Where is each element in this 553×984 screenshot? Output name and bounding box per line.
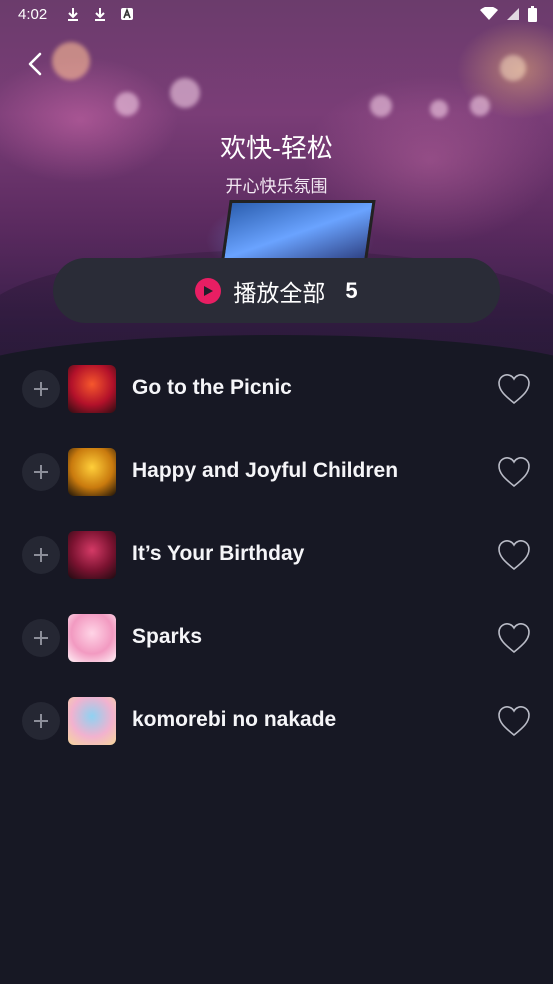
add-to-queue-button[interactable]	[22, 453, 60, 491]
song-row[interactable]: komorebi no nakade	[0, 680, 553, 763]
status-bar: 4:02	[0, 0, 553, 30]
plus-icon	[34, 465, 48, 479]
play-all-label: 播放全部	[233, 279, 326, 306]
play-icon	[195, 277, 222, 304]
song-title[interactable]: It’s Your Birthday	[132, 542, 304, 566]
playlist-title: 欢快-轻松	[220, 133, 333, 163]
plus-icon	[34, 382, 48, 396]
album-cover	[68, 697, 116, 745]
play-all-button[interactable]: 播放全部 5	[53, 258, 500, 323]
album-cover	[68, 614, 116, 662]
wifi-icon	[480, 7, 498, 20]
plus-icon	[34, 714, 48, 728]
status-time: 4:02	[18, 6, 48, 23]
add-to-queue-button[interactable]	[22, 619, 60, 657]
plus-icon	[34, 548, 48, 562]
song-list: Go to the Picnic Happy and Joyful Childr…	[0, 348, 553, 763]
song-title[interactable]: Sparks	[132, 625, 202, 649]
song-count: 5	[345, 277, 358, 303]
album-cover	[68, 448, 116, 496]
battery-icon	[528, 6, 537, 22]
heart-icon[interactable]	[496, 704, 532, 738]
song-row[interactable]: Go to the Picnic	[0, 348, 553, 431]
song-row[interactable]: Sparks	[0, 597, 553, 680]
add-to-queue-button[interactable]	[22, 370, 60, 408]
signal-icon	[507, 8, 519, 20]
song-title[interactable]: Go to the Picnic	[132, 376, 292, 400]
heart-icon[interactable]	[496, 621, 532, 655]
back-arrow-icon[interactable]	[24, 50, 48, 78]
download-icon	[68, 8, 78, 21]
playlist-subtitle: 开心快乐氛围	[225, 177, 328, 196]
plus-icon	[34, 631, 48, 645]
heart-icon[interactable]	[496, 538, 532, 572]
album-cover	[68, 365, 116, 413]
song-title[interactable]: Happy and Joyful Children	[132, 459, 398, 483]
a-icon	[121, 7, 133, 20]
album-cover	[68, 531, 116, 579]
song-row[interactable]: Happy and Joyful Children	[0, 431, 553, 514]
heart-icon[interactable]	[496, 372, 532, 406]
download-icon	[95, 8, 105, 21]
song-row[interactable]: It’s Your Birthday	[0, 514, 553, 597]
song-title[interactable]: komorebi no nakade	[132, 708, 336, 732]
add-to-queue-button[interactable]	[22, 702, 60, 740]
add-to-queue-button[interactable]	[22, 536, 60, 574]
heart-icon[interactable]	[496, 455, 532, 489]
